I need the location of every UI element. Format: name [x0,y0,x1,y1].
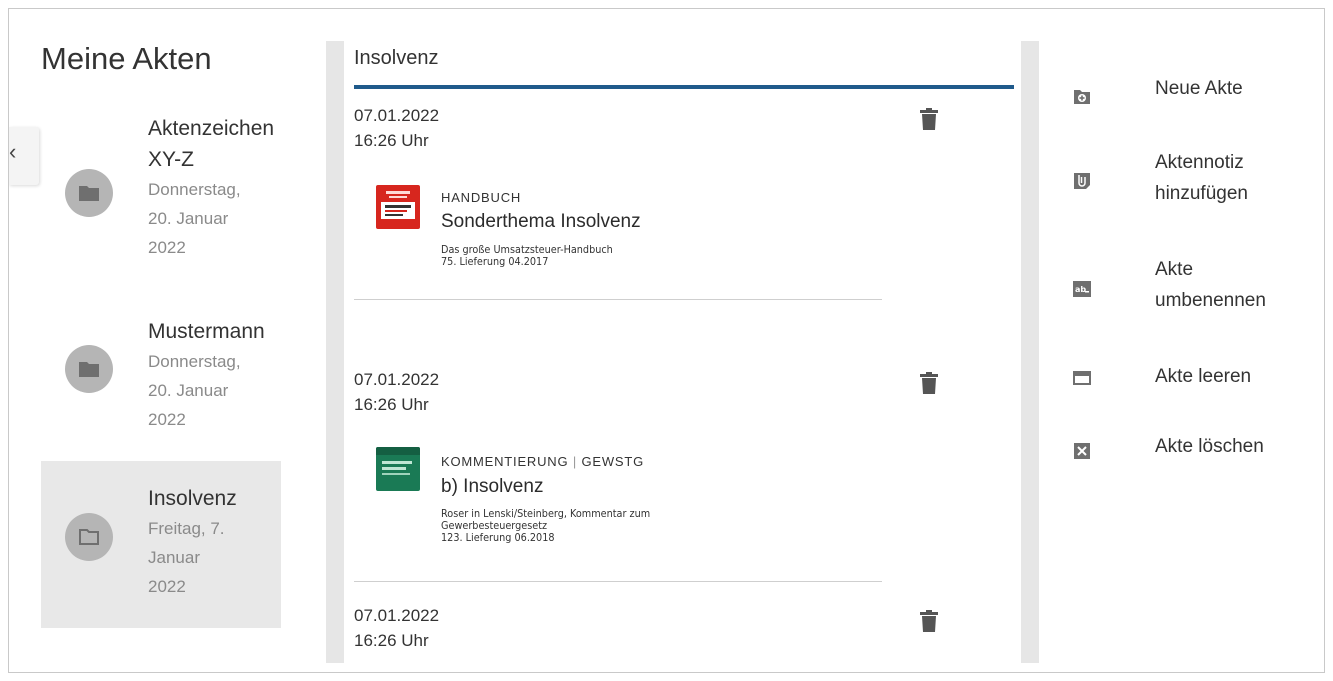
action-label: Aktennotiz [1155,152,1244,173]
file-item-insolvenz[interactable]: Insolvenz Freitag, 7. Januar 2022 [41,461,281,628]
empty-file-button[interactable]: Akte leeren [1061,361,1324,401]
file-name-line: XY-Z [148,148,194,171]
file-date-line: 20. Januar [148,381,229,400]
app-frame: Meine Akten ‹ Aktenzeichen XY-Z Donnerst… [8,8,1325,673]
action-label: Neue Akte [1155,78,1243,99]
file-avatar [65,513,113,561]
folder-title: Insolvenz [354,47,439,69]
trash-icon[interactable] [919,108,939,130]
file-item-mustermann[interactable]: Mustermann Donnerstag, 20. Januar 2022 [41,309,281,454]
handbook-cover-thumbnail[interactable] [376,185,420,229]
file-date-line: Donnerstag, [148,180,241,199]
entry-date: 07.01.2022 [354,106,440,125]
entry-time: 16:26 Uhr [354,131,429,150]
file-date-line: Freitag, 7. [148,519,225,538]
file-item-aktenzeichen[interactable]: Aktenzeichen XY-Z Donnerstag, 20. Januar… [41,107,281,282]
file-date-line: 2022 [148,577,186,596]
action-label: Akte [1155,259,1194,280]
type-separator: | [572,454,578,469]
source-line: 123. Lieferung 06.2018 [441,531,555,544]
file-date-line: 2022 [148,238,186,257]
action-label: Akte leeren [1155,366,1252,387]
add-note-button[interactable]: Aktennotiz hinzufügen [1061,147,1324,213]
page-title: Meine Akten [41,41,212,76]
folder-filled-icon [79,362,99,377]
file-date-line: 20. Januar [148,209,229,228]
file-name-line: Aktenzeichen [148,117,275,140]
file-avatar [65,345,113,393]
action-label: umbenennen [1155,290,1266,311]
entry-time: 16:26 Uhr [354,395,429,414]
new-file-icon [1074,90,1090,104]
entry-timestamp: 07.01.2022 16:26 Uhr [354,103,439,153]
file-date-line: Januar [148,548,200,567]
scrollbar-right[interactable] [1021,41,1039,663]
entry-divider [354,581,882,582]
folder-open-icon [79,529,99,545]
file-avatar [65,169,113,217]
commentary-cover-thumbnail[interactable] [376,447,420,491]
entry-time: 16:26 Uhr [354,631,429,650]
trash-icon[interactable] [919,610,939,632]
document-type: HANDBUCH [441,190,522,205]
document-title-link[interactable]: Sonderthema Insolvenz [441,211,641,233]
delete-box-icon [1074,443,1090,459]
empty-folder-icon [1073,371,1091,385]
entry-date: 07.01.2022 [354,606,440,625]
type-primary: KOMMENTIERUNG [441,454,569,469]
rename-icon: ab [1073,281,1091,297]
rename-file-button[interactable]: ab Akte umbenennen [1061,254,1324,320]
folder-filled-icon [79,186,99,201]
action-label: hinzufügen [1155,183,1248,204]
title-underline [354,85,1014,89]
source-line: 75. Lieferung 04.2017 [441,255,549,268]
file-name-line: Mustermann [148,320,265,343]
trash-icon[interactable] [919,372,939,394]
file-date-line: 2022 [148,410,186,429]
delete-file-button[interactable]: Akte löschen [1061,431,1324,471]
entry-timestamp: 07.01.2022 16:26 Uhr [354,603,439,653]
type-secondary: GEWSTG [581,454,645,469]
file-name-line: Insolvenz [148,487,237,510]
paperclip-note-icon [1074,173,1090,189]
file-date-line: Donnerstag, [148,352,241,371]
new-file-button[interactable]: Neue Akte [1061,73,1324,113]
svg-text:ab: ab [1075,285,1086,294]
document-source: Roser in Lenski/Steinberg, Kommentar zum… [441,508,819,544]
entry-date: 07.01.2022 [354,370,440,389]
document-title-link[interactable]: b) Insolvenz [441,476,543,498]
scrollbar-left[interactable] [326,41,344,663]
collapse-sidebar-button[interactable]: ‹ [9,127,39,185]
entry-divider [354,299,882,300]
document-type: KOMMENTIERUNG | GEWSTG [441,454,644,469]
entry-timestamp: 07.01.2022 16:26 Uhr [354,367,439,417]
action-label: Akte löschen [1155,436,1264,457]
chevron-left-icon: ‹ [9,139,17,164]
document-source: Das große Umsatzsteuer-Handbuch 75. Lief… [441,244,819,268]
